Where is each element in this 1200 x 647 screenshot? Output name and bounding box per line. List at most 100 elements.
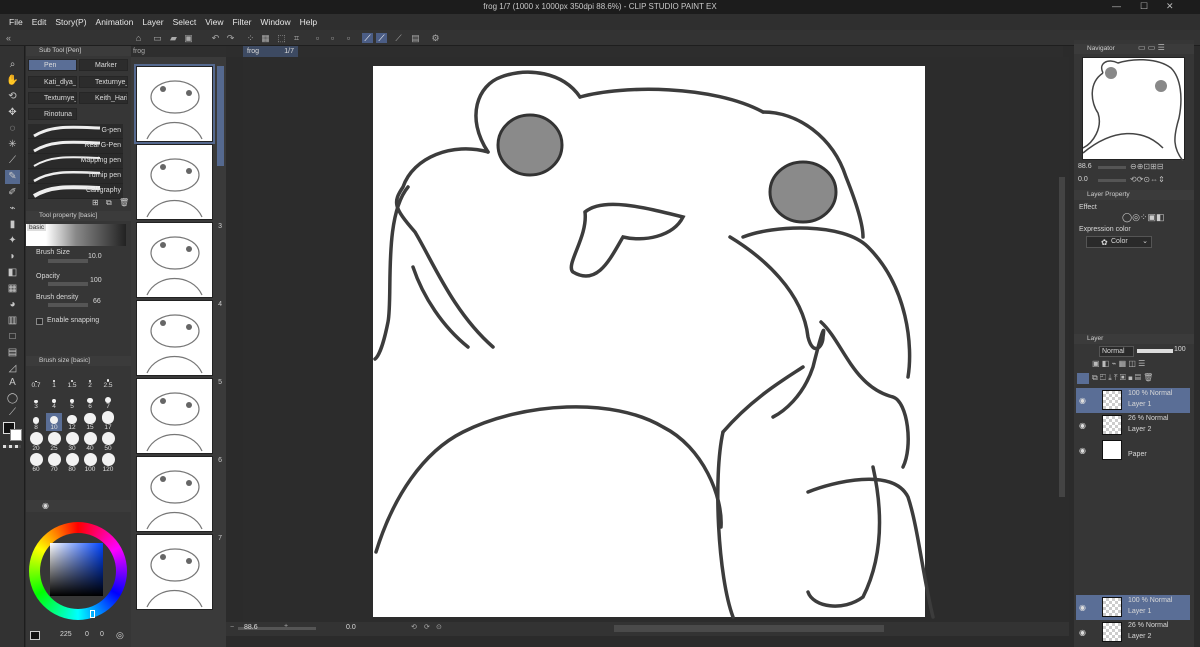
rotate-left-icon[interactable]: ⟲	[411, 623, 417, 631]
duplicate-subtool-icon[interactable]: ⧉	[106, 198, 112, 208]
lightbox-icon[interactable]: ▤	[410, 33, 421, 43]
deselect-icon[interactable]: ▫	[312, 33, 323, 43]
brush-size-option[interactable]: 25	[46, 432, 62, 452]
layer-row[interactable]: ◉ Paper	[1076, 438, 1190, 463]
brush-calligraphy[interactable]: Calligraphy	[28, 184, 123, 199]
snap-ruler-icon[interactable]: ⟋	[362, 33, 373, 43]
brush-size-option[interactable]: 6	[82, 392, 98, 410]
brush-size-option[interactable]: 100	[82, 453, 98, 473]
blend-mode-select[interactable]: Normal	[1099, 346, 1134, 357]
undo-icon[interactable]: ↶	[210, 33, 221, 43]
page-thumbnail[interactable]: 1	[134, 64, 222, 144]
layer-visibility-icon[interactable]: ◉	[1079, 603, 1086, 612]
airbrush-tool-icon[interactable]: ▮	[5, 218, 20, 232]
brush-size-option[interactable]: 17	[100, 411, 116, 431]
hand-tool-icon[interactable]: ✋	[5, 74, 20, 88]
save-icon[interactable]: ▣	[183, 33, 194, 43]
navigator-menu-icon[interactable]: ▭ ▭ ☰	[1138, 43, 1165, 52]
navigator-rotate-buttons-icon[interactable]: ⟲⟳⊙⇔⇕	[1130, 175, 1165, 184]
brush-turnip-pen[interactable]: Turnip pen	[28, 169, 123, 184]
menu-window[interactable]: Window	[260, 17, 290, 27]
fill-icon[interactable]: ▦	[260, 33, 271, 43]
navigator-zoom-slider[interactable]	[1098, 166, 1126, 169]
brush-tool-icon[interactable]: ⌁	[5, 202, 20, 216]
brush-size-row[interactable]: Brush Size 10.0	[26, 249, 131, 269]
clear-selection-icon[interactable]: ⁘	[245, 33, 256, 43]
brush-size-option[interactable]: 70	[46, 453, 62, 473]
brush-size-option[interactable]: 1	[46, 371, 62, 389]
correct-line-tool-icon[interactable]: ⟋	[5, 406, 20, 420]
brush-size-option[interactable]: 120	[100, 453, 116, 473]
layer-visibility-icon[interactable]: ◉	[1079, 421, 1086, 430]
brush-size-option[interactable]: 1.5	[64, 371, 80, 389]
brush-size-option[interactable]: 20	[28, 432, 44, 452]
layer-row[interactable]: ◉ 100 % Normal Layer 1	[1076, 388, 1190, 413]
brush-size-slider[interactable]	[48, 259, 88, 263]
color-wheel-tab-icon[interactable]: ◉	[42, 501, 49, 510]
brush-size-option[interactable]: 15	[82, 412, 98, 431]
menu-select[interactable]: Select	[173, 17, 197, 27]
brush-size-option[interactable]: 2	[82, 371, 98, 389]
pen-tool-icon[interactable]: ✎	[5, 170, 20, 184]
menu-view[interactable]: View	[205, 17, 223, 27]
expression-color-select[interactable]: ✿ Color ⌄	[1086, 236, 1152, 248]
brush-size-option[interactable]: 30	[64, 432, 80, 452]
sub-color-swatch[interactable]	[10, 429, 22, 441]
subtool-group-rinotuna[interactable]: Rinotuna	[28, 108, 77, 120]
canvas-rotation-value[interactable]: 0.0	[346, 624, 356, 631]
navigator-zoom-value[interactable]: 88.6	[1078, 163, 1092, 170]
move-tool-icon[interactable]: ✥	[5, 106, 20, 120]
saturation-value-square[interactable]	[50, 543, 103, 596]
navigator-preview[interactable]	[1082, 57, 1185, 162]
decoration-tool-icon[interactable]: ✦	[5, 234, 20, 248]
brush-density-row[interactable]: Brush density 66	[26, 294, 131, 314]
minimize-icon[interactable]: —	[1112, 1, 1121, 11]
subtool-group-texturnye-1[interactable]: Texturnye_...	[79, 76, 128, 88]
reset-rotation-icon[interactable]: ⊙	[436, 623, 442, 631]
invert-icon[interactable]: ▫	[327, 33, 338, 43]
transform-icon[interactable]: ⬚	[276, 33, 287, 43]
brush-density-value[interactable]: 66	[93, 298, 101, 305]
layer-visibility-icon[interactable]: ◉	[1079, 396, 1086, 405]
layer-visibility-icon[interactable]: ◉	[1079, 446, 1086, 455]
canvas-area[interactable]	[243, 57, 1069, 622]
menu-story[interactable]: Story(P)	[55, 17, 86, 27]
wand-tool-icon[interactable]: ✳	[5, 138, 20, 152]
new-file-icon[interactable]: ▭	[152, 33, 163, 43]
delete-subtool-icon[interactable]: 🗑	[119, 198, 129, 207]
menu-file[interactable]: File	[9, 17, 23, 27]
settings-icon[interactable]: ⚙	[430, 33, 441, 43]
brush-size-option[interactable]: 40	[82, 432, 98, 452]
layer-opacity-slider[interactable]	[1137, 349, 1173, 353]
brush-size-option[interactable]: 10	[46, 413, 62, 431]
maximize-icon[interactable]: ☐	[1140, 1, 1148, 12]
opacity-row[interactable]: Opacity 100	[26, 273, 131, 293]
eyedropper-tool-icon[interactable]: ⟋	[5, 154, 20, 168]
brush-size-option[interactable]: 50	[100, 432, 116, 452]
layer-row[interactable]: ◉ 26 % Normal Layer 2	[1076, 620, 1190, 645]
layer-group-toggle-icon[interactable]	[1077, 373, 1089, 384]
balloon-tool-icon[interactable]: ◯	[5, 392, 20, 406]
fill-tool-icon[interactable]: ◕	[5, 298, 20, 312]
layer-row[interactable]: ◉ 100 % Normal Layer 1	[1076, 595, 1190, 620]
hue-marker[interactable]	[90, 610, 95, 618]
ruler-tool-icon[interactable]: ◿	[5, 362, 20, 376]
eraser-tool-icon[interactable]: ◧	[5, 266, 20, 280]
snap-grid-icon[interactable]: ⟋	[376, 33, 387, 43]
rotate-right-icon[interactable]: ⟳	[424, 623, 430, 631]
page-thumbnail[interactable]: 2	[136, 144, 222, 220]
layer-row[interactable]: ◉ 26 % Normal Layer 2	[1076, 413, 1190, 438]
pencil-tool-icon[interactable]: ✐	[5, 186, 20, 200]
menu-layer[interactable]: Layer	[142, 17, 163, 27]
blend-tool-icon[interactable]: ◗	[5, 250, 20, 264]
home-icon[interactable]: ⌂	[133, 33, 144, 43]
subtool-group-pen[interactable]: Pen	[28, 59, 77, 71]
gradient-tool-icon[interactable]: ▥	[5, 314, 20, 328]
crop-icon[interactable]: ⌗	[291, 33, 302, 43]
brush-size-option[interactable]: 80	[64, 453, 80, 473]
transparent-color-swatch[interactable]	[3, 445, 21, 448]
menu-animation[interactable]: Animation	[96, 17, 134, 27]
brush-size-option[interactable]: 0.7	[28, 371, 44, 389]
copy-subtool-icon[interactable]: ⊞	[92, 198, 99, 207]
menu-help[interactable]: Help	[300, 17, 317, 27]
